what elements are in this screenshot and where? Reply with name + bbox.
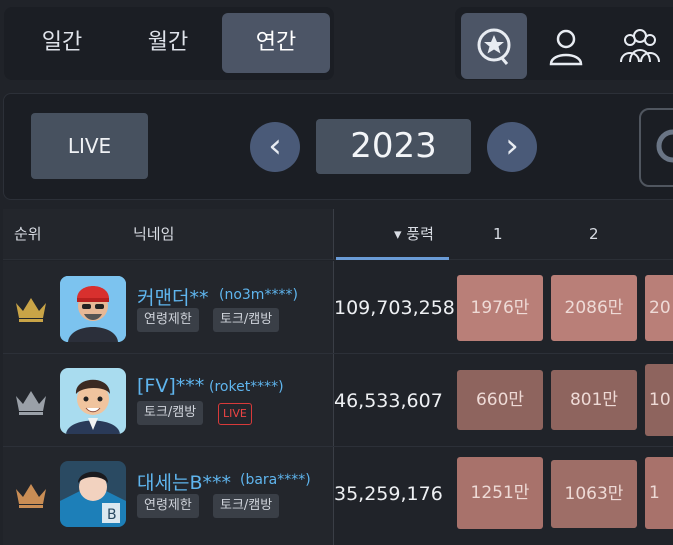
month-cell: 20 — [645, 275, 673, 341]
search-icon[interactable] — [639, 108, 673, 187]
tag-talk-cam: 토크/캠방 — [137, 401, 204, 425]
star-chat-icon[interactable] — [461, 13, 527, 79]
tag-age-restricted: 연령제한 — [137, 494, 199, 518]
live-button[interactable]: LIVE — [31, 113, 148, 179]
month-cell: 801만 — [551, 370, 637, 430]
next-year-button[interactable]: › — [487, 122, 537, 172]
tab-monthly[interactable]: 월간 — [114, 13, 222, 73]
nickname[interactable]: 대세는B*** — [137, 468, 231, 495]
tab-daily[interactable]: 일간 — [10, 13, 114, 73]
prev-year-button[interactable]: ‹ — [250, 122, 300, 172]
svg-text:B: B — [107, 507, 117, 523]
nickname[interactable]: [FV]*** — [137, 375, 204, 397]
user-icon[interactable] — [533, 13, 599, 79]
year-display: 2023 — [316, 119, 471, 174]
power-value: 109,703,258 — [334, 297, 455, 319]
view-switcher — [455, 7, 673, 80]
month-cell: 660만 — [457, 370, 543, 430]
tab-yearly[interactable]: 연간 — [222, 13, 330, 73]
live-badge: LIVE — [218, 403, 252, 425]
power-value: 35,259,176 — [334, 483, 443, 505]
user-id: (no3m****) — [219, 287, 298, 303]
month-cell: 1 — [645, 457, 673, 529]
avatar[interactable] — [60, 368, 126, 434]
crown-bronze-icon — [16, 484, 46, 508]
month-cell: 1976만 — [457, 275, 543, 341]
user-id: (bara****) — [240, 472, 311, 488]
header-rank: 순위 — [14, 225, 42, 243]
nickname[interactable]: 커맨더** — [137, 283, 208, 310]
user-id: (roket****) — [209, 379, 284, 395]
tag-talk-cam: 토크/캠방 — [213, 308, 280, 332]
header-power-sort[interactable]: ▾ 풍력 — [394, 209, 444, 259]
month-cell: 1251만 — [457, 457, 543, 529]
crown-gold-icon — [16, 298, 46, 322]
crown-silver-icon — [16, 391, 46, 415]
group-icon[interactable] — [605, 13, 671, 79]
header-col-2: 2 — [589, 225, 599, 243]
month-cell: 10 — [645, 364, 673, 436]
sort-indicator — [336, 257, 449, 260]
month-cell: 1063만 — [551, 460, 637, 528]
table-header-right — [334, 209, 673, 260]
header-col-1: 1 — [493, 225, 503, 243]
power-value: 46,533,607 — [334, 390, 443, 412]
avatar[interactable] — [60, 276, 126, 342]
avatar[interactable]: B — [60, 461, 126, 527]
tag-talk-cam: 토크/캠방 — [213, 494, 280, 518]
header-nickname: 닉네임 — [133, 225, 175, 243]
table-row[interactable] — [3, 354, 334, 446]
tag-age-restricted: 연령제한 — [137, 308, 199, 332]
month-cell: 2086만 — [551, 275, 637, 341]
period-tabs: 일간 월간 연간 — [4, 7, 334, 80]
